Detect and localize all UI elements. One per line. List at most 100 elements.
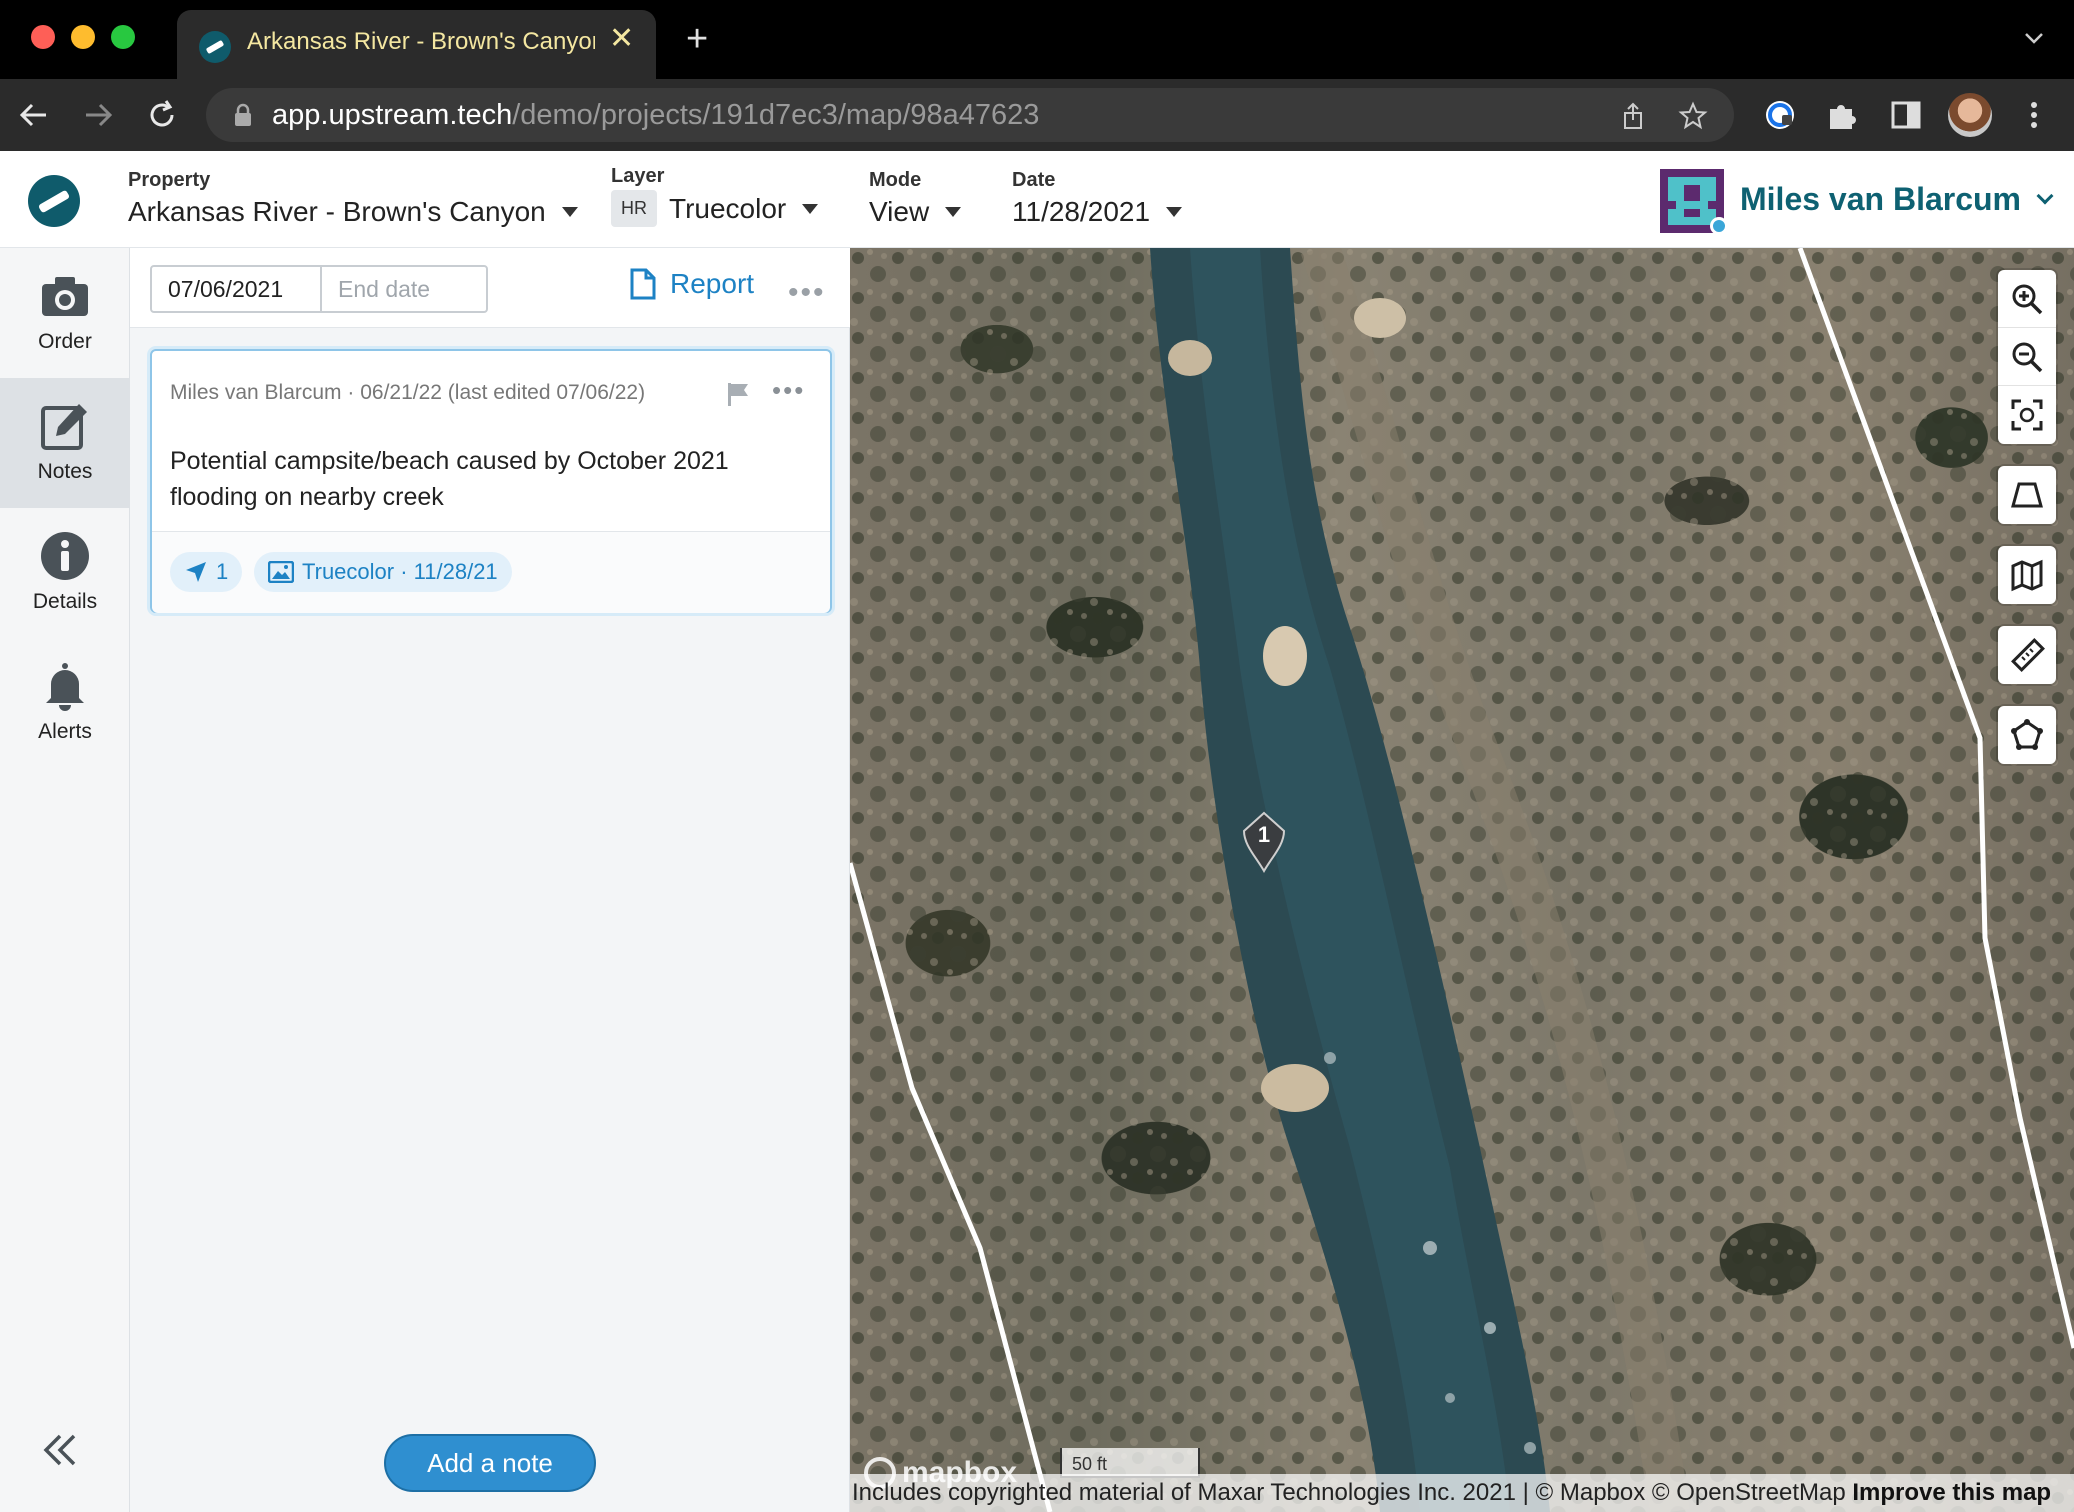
rail-label-details: Details bbox=[32, 590, 98, 613]
window-close-button[interactable] bbox=[31, 25, 55, 49]
layer-label: Layer bbox=[611, 165, 665, 187]
note-meta: Miles van Blarcum · 06/21/22 (last edite… bbox=[170, 381, 646, 404]
layer-chip-label: Truecolor · 11/28/21 bbox=[302, 559, 498, 584]
perspective-control bbox=[1998, 466, 2056, 524]
map-imagery bbox=[850, 248, 2074, 1512]
url-text: app.upstream.tech/demo/projects/191d7ec3… bbox=[272, 99, 1040, 131]
mode-value: View bbox=[869, 196, 930, 227]
bookmark-star-icon[interactable] bbox=[1678, 101, 1708, 131]
browser-profile-avatar[interactable] bbox=[1948, 93, 1992, 137]
edit-icon bbox=[39, 400, 91, 452]
side-panel-icon[interactable] bbox=[1888, 97, 1924, 133]
add-note-button[interactable]: Add a note bbox=[384, 1434, 596, 1492]
flag-icon[interactable] bbox=[726, 381, 750, 407]
browser-tab[interactable]: Arkansas River - Brown's Canyon ✕ bbox=[177, 10, 656, 79]
improve-map-link[interactable]: Improve this map bbox=[1852, 1479, 2051, 1506]
start-date-input[interactable]: 07/06/2021 bbox=[152, 267, 322, 311]
panel-more-options-icon[interactable]: ••• bbox=[788, 278, 826, 308]
end-date-input[interactable]: End date bbox=[322, 267, 486, 311]
collapse-sidebar-icon[interactable] bbox=[38, 1428, 82, 1472]
browser-tab-bar: Arkansas River - Brown's Canyon ✕ + bbox=[0, 0, 2074, 79]
tab-list-chevron-icon[interactable] bbox=[2024, 28, 2044, 48]
caret-down-icon bbox=[802, 203, 819, 214]
ruler-icon[interactable] bbox=[1998, 626, 2056, 684]
window-zoom-button[interactable] bbox=[111, 25, 135, 49]
upstream-favicon-icon bbox=[199, 31, 231, 63]
draw-polygon-icon[interactable] bbox=[1998, 706, 2056, 764]
notes-toolbar: 07/06/2021 End date Report ••• bbox=[130, 248, 850, 328]
map-attribution: Includes copyrighted material of Maxar T… bbox=[850, 1474, 2074, 1512]
notes-panel: 07/06/2021 End date Report ••• Miles van… bbox=[130, 248, 850, 1512]
map-icon[interactable] bbox=[1998, 546, 2056, 604]
location-count: 1 bbox=[216, 559, 229, 584]
report-label: Report bbox=[670, 268, 755, 299]
date-range-picker[interactable]: 07/06/2021 End date bbox=[150, 265, 488, 313]
location-chip[interactable]: 1 bbox=[170, 552, 243, 592]
document-icon bbox=[630, 268, 656, 300]
zoom-to-fit-icon[interactable] bbox=[1998, 386, 2056, 444]
note-marker-label: 1 bbox=[1257, 822, 1271, 847]
user-name: Miles van Blarcum bbox=[1740, 181, 2021, 217]
chevron-down-icon bbox=[2036, 187, 2054, 204]
info-icon bbox=[39, 530, 91, 582]
user-menu[interactable]: Miles van Blarcum bbox=[1740, 181, 2054, 218]
online-status-dot bbox=[1710, 217, 1728, 235]
reload-icon[interactable] bbox=[144, 97, 180, 133]
layer-chip[interactable]: Truecolor · 11/28/21 bbox=[254, 552, 512, 592]
satellite-map[interactable]: 1 mapbox 50 ft Includes copyrighted mate… bbox=[850, 248, 2074, 1512]
rail-item-details[interactable]: Details bbox=[0, 508, 130, 638]
camera-icon bbox=[39, 270, 91, 322]
zoom-out-icon[interactable] bbox=[1998, 328, 2056, 386]
bell-icon bbox=[39, 660, 91, 712]
caret-down-icon bbox=[945, 207, 962, 217]
rail-label-order: Order bbox=[38, 330, 92, 353]
window-minimize-button[interactable] bbox=[71, 25, 95, 49]
caret-down-icon bbox=[561, 207, 578, 217]
layer-selector[interactable]: Layer HR Truecolor bbox=[611, 165, 819, 227]
left-rail: Order Notes Details Alerts bbox=[0, 248, 130, 1512]
rail-item-notes[interactable]: Notes bbox=[0, 378, 130, 508]
zoom-controls bbox=[1998, 270, 2056, 444]
mode-selector[interactable]: Mode View bbox=[869, 169, 962, 228]
zoom-in-icon[interactable] bbox=[1998, 270, 2056, 328]
rail-item-alerts[interactable]: Alerts bbox=[0, 638, 130, 768]
property-selector[interactable]: Property Arkansas River - Brown's Canyon bbox=[128, 169, 578, 228]
upstream-logo-icon[interactable] bbox=[28, 175, 80, 227]
rail-label-notes: Notes bbox=[37, 460, 93, 483]
basemap-control bbox=[1998, 546, 2056, 604]
mode-label: Mode bbox=[869, 169, 922, 191]
note-footer: 1 Truecolor · 11/28/21 bbox=[152, 531, 830, 613]
date-selector[interactable]: Date 11/28/2021 bbox=[1012, 169, 1183, 228]
measure-control bbox=[1998, 626, 2056, 684]
lock-icon bbox=[232, 103, 254, 127]
property-value: Arkansas River - Brown's Canyon bbox=[128, 196, 546, 227]
tab-close-icon[interactable]: ✕ bbox=[609, 24, 634, 54]
note-more-options-icon[interactable]: ••• bbox=[772, 377, 805, 403]
rail-item-order[interactable]: Order bbox=[0, 248, 130, 378]
extensions-puzzle-icon[interactable] bbox=[1824, 97, 1860, 133]
new-tab-button[interactable]: + bbox=[686, 20, 708, 58]
app-header: Property Arkansas River - Brown's Canyon… bbox=[0, 151, 2074, 248]
address-bar[interactable]: app.upstream.tech/demo/projects/191d7ec3… bbox=[206, 88, 1734, 142]
location-arrow-icon bbox=[186, 562, 206, 582]
property-label: Property bbox=[128, 169, 211, 191]
report-button[interactable]: Report bbox=[630, 268, 754, 300]
back-arrow-icon[interactable] bbox=[16, 97, 52, 133]
date-label: Date bbox=[1012, 169, 1056, 191]
browser-menu-kebab-icon[interactable] bbox=[2016, 97, 2052, 133]
draw-polygon-control bbox=[1998, 706, 2056, 764]
note-card[interactable]: Miles van Blarcum · 06/21/22 (last edite… bbox=[150, 349, 832, 613]
forward-arrow-icon[interactable] bbox=[80, 97, 116, 133]
hr-badge: HR bbox=[611, 190, 657, 227]
rail-label-alerts: Alerts bbox=[38, 720, 92, 743]
password-manager-extension-icon[interactable] bbox=[1762, 97, 1798, 133]
tab-title: Arkansas River - Brown's Canyon bbox=[247, 28, 595, 55]
image-icon bbox=[268, 561, 294, 583]
browser-toolbar: app.upstream.tech/demo/projects/191d7ec3… bbox=[0, 79, 2074, 151]
note-text: Potential campsite/beach caused by Octob… bbox=[170, 447, 729, 511]
share-icon[interactable] bbox=[1618, 101, 1648, 131]
perspective-icon[interactable] bbox=[1998, 466, 2056, 524]
layer-value: Truecolor bbox=[669, 192, 787, 224]
caret-down-icon bbox=[1166, 207, 1183, 217]
date-value: 11/28/2021 bbox=[1012, 196, 1151, 227]
